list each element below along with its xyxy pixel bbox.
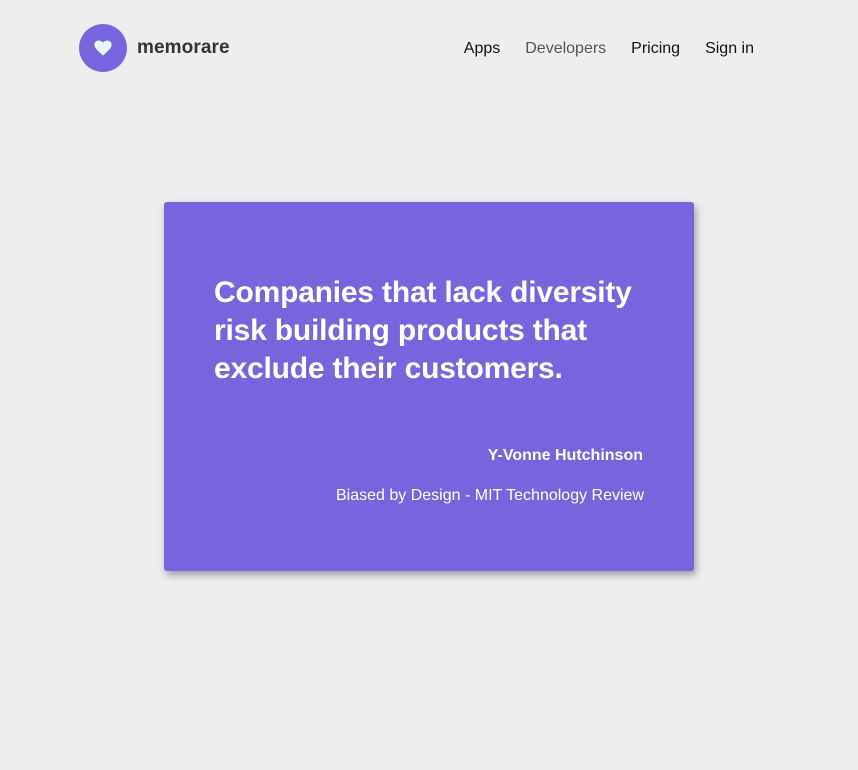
- nav-apps-link[interactable]: Apps: [464, 38, 500, 60]
- nav-sign-in-link[interactable]: Sign in: [705, 38, 754, 60]
- site-header: memorare Apps Developers Pricing Sign in: [0, 0, 858, 98]
- quote-author: Y-Vonne Hutchinson: [487, 447, 643, 464]
- nav-developers-link[interactable]: Developers: [525, 38, 606, 60]
- brand-home-link[interactable]: memorare: [79, 24, 230, 72]
- main-nav: Apps Developers Pricing Sign in: [464, 38, 754, 60]
- heart-icon: [94, 40, 112, 56]
- logo: [79, 24, 127, 72]
- quote-text: Companies that lack diversity risk build…: [214, 276, 632, 385]
- brand-name: memorare: [137, 37, 230, 58]
- quote-source-link[interactable]: Biased by Design - MIT Technology Review: [336, 487, 644, 505]
- nav-pricing-link[interactable]: Pricing: [631, 38, 680, 60]
- quote-card: Companies that lack diversity risk build…: [164, 202, 694, 571]
